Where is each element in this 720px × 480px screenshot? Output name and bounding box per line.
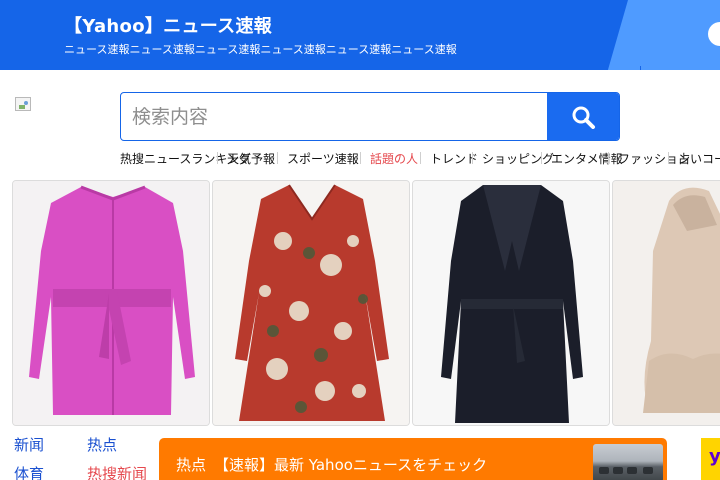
- top-banner[interactable]: 【Yahoo】ニュース速報 ニュース速報ニュース速報ニュース速報ニュース速報ニュ…: [0, 0, 720, 70]
- site-logo[interactable]: [15, 97, 31, 111]
- category-link-hot[interactable]: 热点: [87, 434, 117, 455]
- search-button[interactable]: [547, 93, 619, 140]
- news-ticker-tag: 热点: [176, 456, 207, 474]
- product-tile[interactable]: [612, 180, 720, 426]
- yahoo-badge[interactable]: y: [701, 438, 720, 480]
- product-tile[interactable]: [212, 180, 410, 426]
- quick-link-shopping[interactable]: ショッピング: [482, 150, 554, 167]
- banner-divider-tick: [640, 66, 641, 70]
- quick-link-divider: [217, 152, 218, 164]
- banner-subtitle: ニュース速報ニュース速報ニュース速報ニュース速報ニュース速報ニュース速報: [64, 43, 457, 56]
- product-carousel: [12, 180, 720, 426]
- news-ticker-text: 【速報】最新 Yahooニュースをチェック: [214, 456, 488, 474]
- beige-dress-image: [613, 181, 720, 425]
- red-floral-dress-image: [213, 181, 409, 425]
- quick-link-divider: [420, 152, 421, 164]
- bottom-category-links: 新闻 体育 热点 热搜新闻: [14, 434, 154, 480]
- quick-link-divider: [277, 152, 278, 164]
- quick-link-divider: [668, 152, 669, 164]
- search-box: [120, 92, 620, 141]
- product-tile[interactable]: [412, 180, 610, 426]
- quick-link-divider: [472, 152, 473, 164]
- quick-links-lead-prefix: 热搜: [120, 152, 145, 166]
- search-icon: [572, 106, 595, 129]
- news-ticker-bar[interactable]: 热点 【速報】最新 Yahooニュースをチェック: [159, 438, 667, 480]
- search-input[interactable]: [121, 93, 548, 140]
- product-tile[interactable]: [12, 180, 210, 426]
- category-link-hot-news[interactable]: 热搜新闻: [87, 463, 147, 480]
- quick-link-hot-people[interactable]: 話題の人: [370, 150, 418, 167]
- quick-link-divider: [360, 152, 361, 164]
- yahoo-badge-letter: y: [709, 446, 720, 467]
- category-link-news[interactable]: 新闻: [14, 434, 44, 455]
- black-coat-image: [413, 181, 609, 425]
- quick-link-weather[interactable]: 天気予報: [227, 150, 275, 167]
- quick-link-divider: [541, 152, 542, 164]
- banner-accent-shape: [607, 0, 720, 70]
- quick-link-sports[interactable]: スポーツ速報: [287, 150, 359, 167]
- pink-coat-image: [13, 181, 209, 425]
- broken-image-icon: [15, 97, 31, 111]
- quick-link-trend[interactable]: トレンド: [430, 150, 478, 167]
- category-link-sports[interactable]: 体育: [14, 463, 44, 480]
- news-thumbnail-image: [593, 444, 663, 480]
- quick-link-divider: [608, 152, 609, 164]
- quick-link-fortune[interactable]: 占いコーナー: [678, 150, 720, 167]
- page: 【Yahoo】ニュース速報 ニュース速報ニュース速報ニュース速報ニュース速報ニュ…: [0, 0, 720, 480]
- quick-link-entertainment[interactable]: エンタメ情報: [551, 150, 623, 167]
- banner-title: 【Yahoo】ニュース速報: [64, 16, 273, 37]
